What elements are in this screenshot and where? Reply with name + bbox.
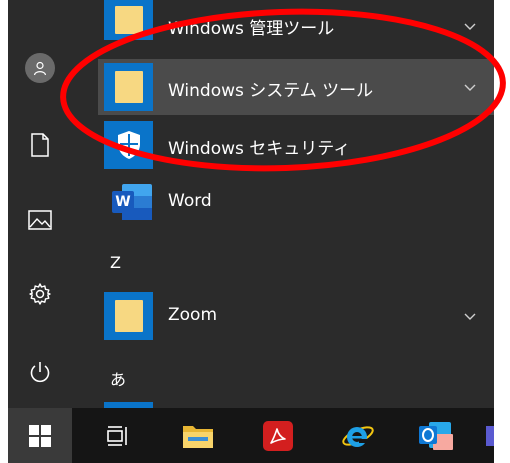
app-item-windows-kanri-tools[interactable]: Windows 管理ツール bbox=[98, 0, 494, 56]
internet-explorer-button[interactable] bbox=[328, 408, 388, 463]
start-menu: Windows 管理ツール Windows システム ツール Windows セ… bbox=[8, 0, 494, 408]
app-item-windows-system-tools[interactable]: Windows システム ツール bbox=[98, 59, 494, 115]
app-label-kanri: Windows 管理ツール bbox=[168, 19, 335, 39]
file-explorer-button[interactable] bbox=[168, 408, 228, 463]
app-label-system-tools: Windows システム ツール bbox=[168, 81, 374, 101]
internet-explorer-icon bbox=[342, 425, 374, 447]
app-item-windows-security[interactable]: Windows セキュリティ bbox=[98, 117, 494, 173]
user-icon bbox=[25, 53, 55, 83]
outlook-icon bbox=[419, 420, 453, 452]
settings-button[interactable] bbox=[20, 276, 60, 312]
app-item-zoom[interactable]: Zoom bbox=[98, 288, 494, 344]
windows-start-icon bbox=[29, 424, 51, 447]
app-label-zoom: Zoom bbox=[168, 305, 218, 325]
security-tile bbox=[104, 121, 153, 169]
taskbar bbox=[8, 408, 494, 463]
power-icon bbox=[30, 362, 50, 383]
adobe-acrobat-button[interactable] bbox=[248, 408, 308, 463]
folder-tile bbox=[104, 292, 153, 340]
section-header-z[interactable]: Z bbox=[110, 253, 121, 272]
folder-tile bbox=[104, 0, 153, 40]
document-icon bbox=[31, 133, 49, 157]
app-list: Windows 管理ツール Windows システム ツール Windows セ… bbox=[98, 0, 494, 408]
settings-gear-icon bbox=[29, 283, 51, 305]
pictures-icon bbox=[28, 210, 52, 230]
chevron-down-icon[interactable] bbox=[464, 20, 476, 32]
task-view-icon bbox=[107, 425, 127, 446]
app-label-security: Windows セキュリティ bbox=[168, 139, 351, 159]
adobe-acrobat-icon bbox=[263, 420, 293, 451]
section-header-a[interactable]: あ bbox=[110, 366, 126, 390]
shield-icon bbox=[117, 131, 140, 159]
app-label-word: Word bbox=[168, 191, 212, 211]
task-view-button[interactable] bbox=[88, 408, 148, 463]
chevron-down-icon[interactable] bbox=[464, 81, 476, 93]
start-button[interactable] bbox=[8, 408, 72, 463]
folder-icon bbox=[114, 6, 143, 34]
folder-icon bbox=[114, 71, 143, 103]
power-button[interactable] bbox=[20, 355, 60, 391]
outlook-button[interactable] bbox=[406, 408, 466, 463]
start-left-rail bbox=[8, 0, 72, 408]
user-account-button[interactable] bbox=[20, 50, 60, 86]
pictures-button[interactable] bbox=[20, 202, 60, 238]
folder-tile bbox=[104, 63, 153, 111]
folder-icon bbox=[114, 300, 143, 332]
chevron-down-icon[interactable] bbox=[464, 310, 476, 322]
app-item-word[interactable]: W Word bbox=[98, 174, 494, 230]
word-icon: W bbox=[112, 182, 152, 222]
taskbar-partial-icon bbox=[486, 426, 494, 446]
documents-button[interactable] bbox=[20, 127, 60, 163]
file-explorer-icon bbox=[183, 425, 213, 448]
